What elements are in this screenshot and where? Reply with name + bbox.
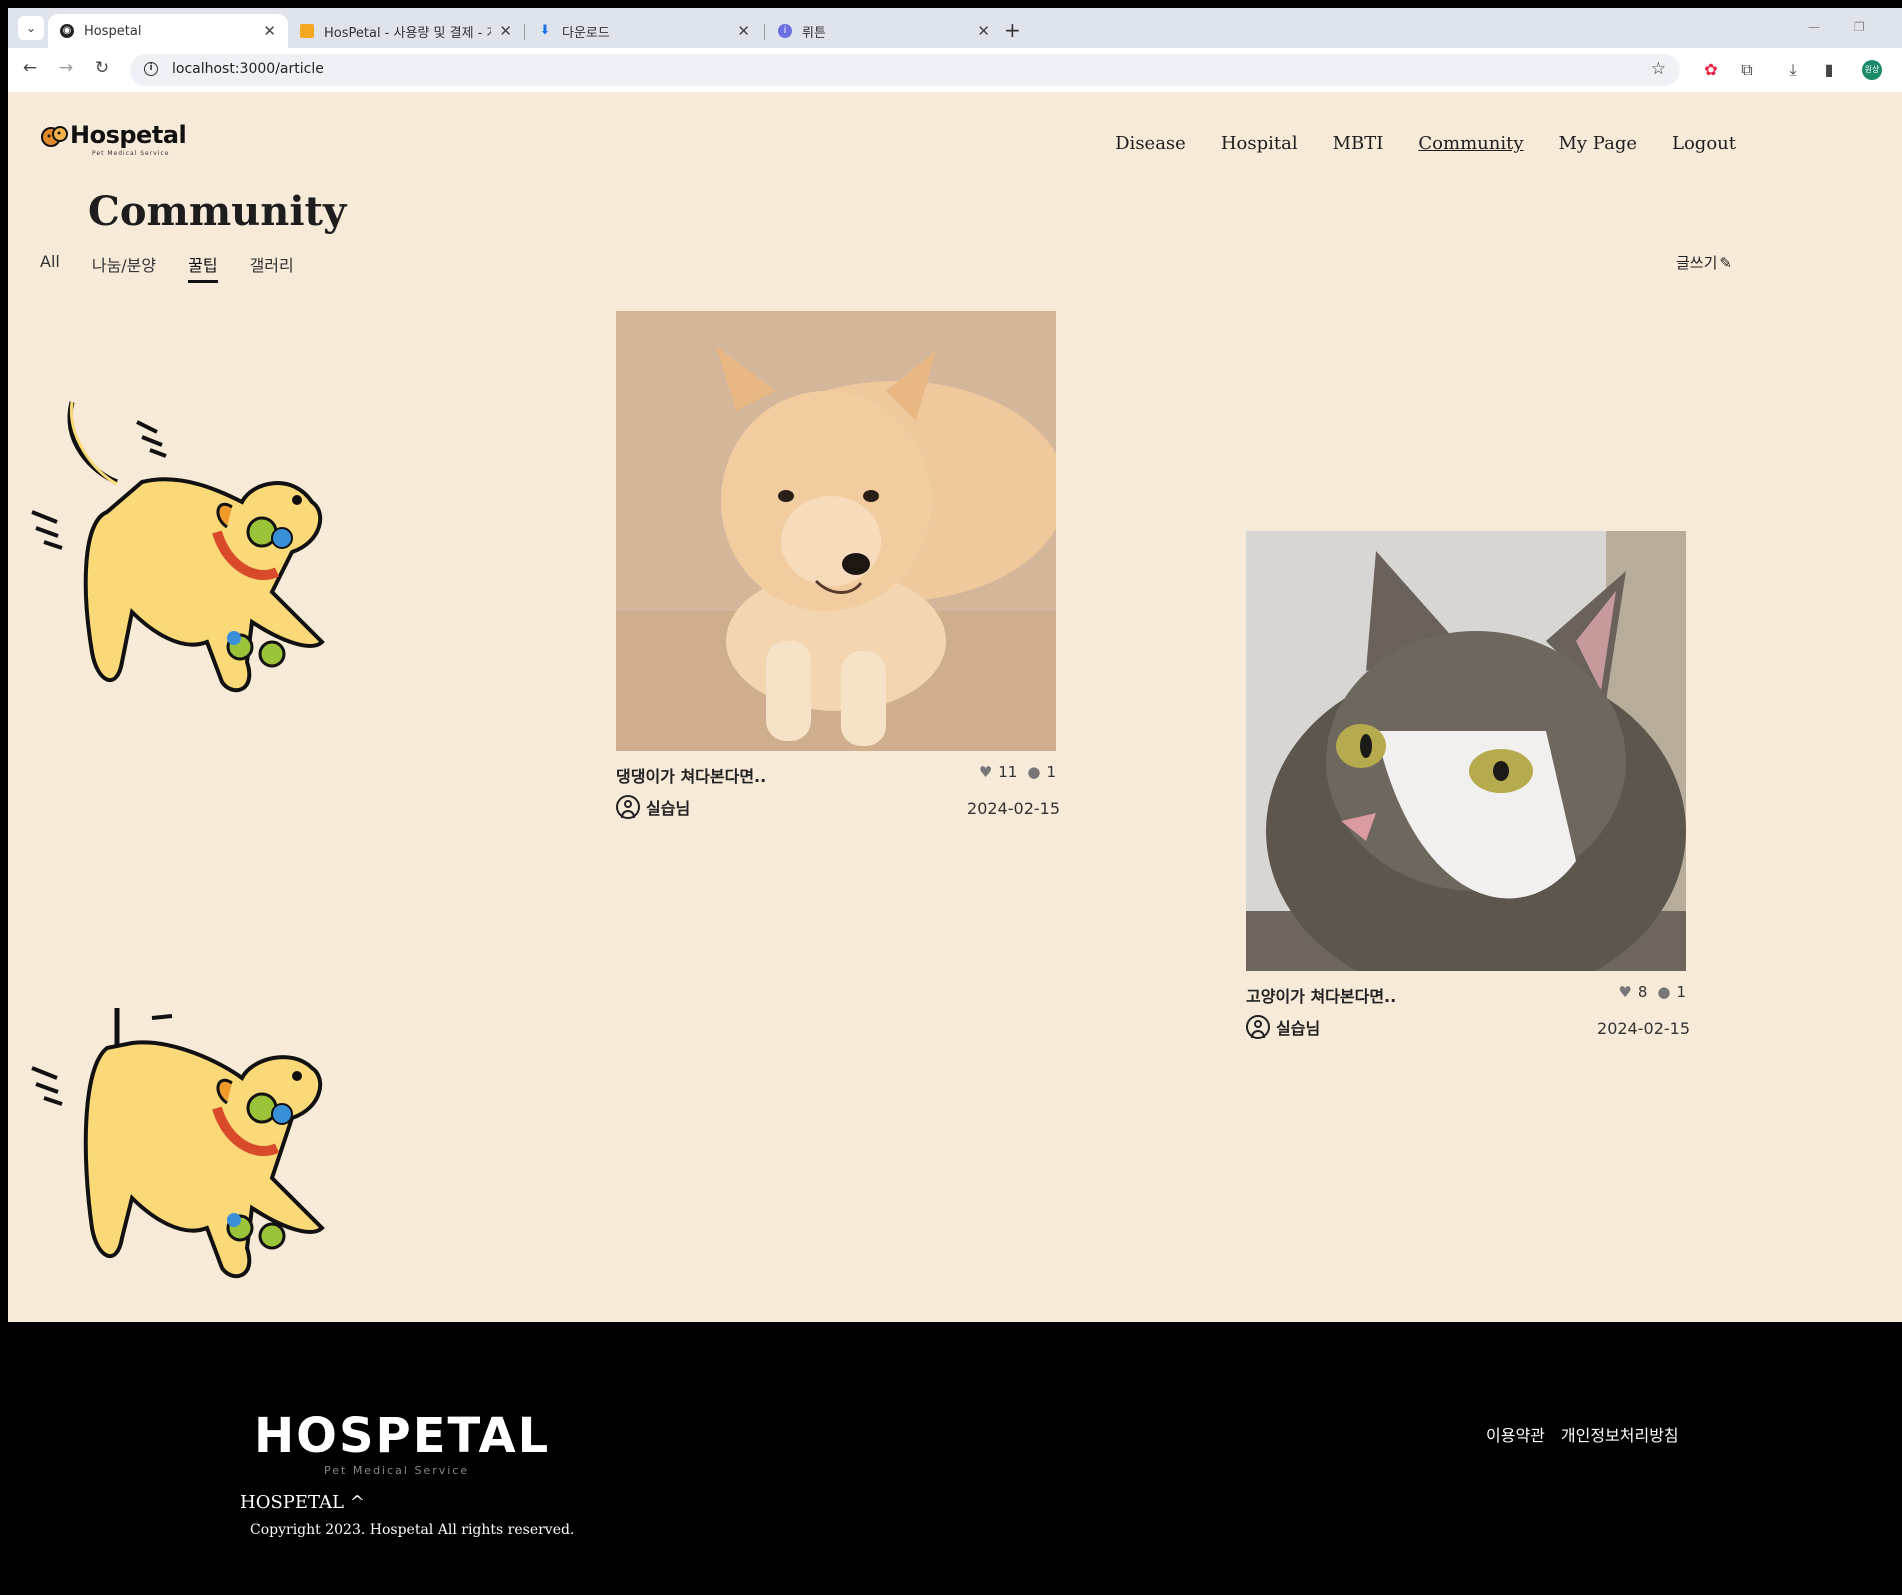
hospetal-favicon-icon: ◉ <box>60 24 74 38</box>
download-icon: ⬇ <box>539 23 551 38</box>
footer-copyright: Copyright 2023. Hospetal All rights rese… <box>250 1522 575 1538</box>
terms-link[interactable]: 이용약관 <box>1486 1422 1545 1446</box>
browser-toolbar: ← → ↻ i localhost:3000/article ☆ ✿ ⧉ ⤓ ▮… <box>8 48 1902 92</box>
tab-title: 뤼튼 <box>802 25 826 41</box>
post-meta-row: 댕댕이가 쳐다본다면.. ♥ 11 ● 1 <box>616 755 1056 791</box>
browser-chrome: ⌄ ◉ Hospetal ✕ HosPetal - 사용량 및 결제 - 개 ✕… <box>8 8 1902 92</box>
post-card[interactable]: 고양이가 쳐다본다면.. ♥ 8 ● 1 실습님 2024-02-15 <box>1246 531 1690 1047</box>
reload-icon[interactable]: ↻ <box>90 58 114 78</box>
nav-community[interactable]: Community <box>1418 133 1523 154</box>
user-avatar-icon <box>1246 1015 1270 1039</box>
post-date: 2024-02-15 <box>967 799 1060 818</box>
like-count: 11 <box>998 763 1018 781</box>
post-stats: ♥ 8 ● 1 <box>1618 983 1686 1001</box>
dog-cat-logo-icon <box>41 126 68 147</box>
category-tabs: All 나눔/분양 꿀팁 갤러리 <box>40 252 326 283</box>
post-date: 2024-02-15 <box>1597 1019 1690 1038</box>
footer-logo-subtitle: Pet Medical Service <box>324 1464 470 1477</box>
post-author-row: 실습님 2024-02-15 <box>616 791 1060 827</box>
footer-brand-toggle[interactable]: HOSPETAL ^ <box>240 1492 365 1513</box>
tab-downloads[interactable]: ⬇ 다운로드 ✕ <box>526 14 762 48</box>
comment-count: 1 <box>1046 763 1056 781</box>
edit-pen-icon: ✎ <box>1719 253 1732 272</box>
tab-divider <box>764 24 765 40</box>
footer-logo-text: HOSPETAL <box>254 1408 551 1464</box>
tab-all[interactable]: All <box>40 252 60 283</box>
close-icon[interactable]: ✕ <box>977 22 990 40</box>
restore-icon[interactable]: ❐ <box>1854 20 1865 34</box>
downloads-icon[interactable]: ⤓ <box>1782 59 1804 81</box>
close-icon[interactable]: ✕ <box>737 22 750 40</box>
nav-my-page[interactable]: My Page <box>1558 133 1637 154</box>
tab-strip: ⌄ ◉ Hospetal ✕ HosPetal - 사용량 및 결제 - 개 ✕… <box>8 8 1902 48</box>
post-title[interactable]: 댕댕이가 쳐다본다면.. <box>616 763 766 787</box>
bookmark-star-icon[interactable]: ☆ <box>1651 59 1666 79</box>
nav-mbti[interactable]: MBTI <box>1333 133 1384 154</box>
user-avatar-icon <box>616 795 640 819</box>
extensions-puzzle-icon[interactable]: ⧉ <box>1736 59 1758 81</box>
tab-divider <box>524 24 525 40</box>
post-photo-cat[interactable] <box>1246 531 1686 971</box>
color-extension-icon[interactable]: ✿ <box>1700 59 1722 81</box>
logo-subtitle: Pet Medical Service <box>92 150 170 157</box>
profile-avatar[interactable]: 원상 <box>1862 60 1882 80</box>
write-label: 글쓰기 <box>1676 254 1718 272</box>
write-post-button[interactable]: 글쓰기 ✎ <box>1676 252 1732 273</box>
firebase-icon <box>300 24 314 38</box>
comment-icon: ● <box>1027 763 1041 781</box>
post-meta-row: 고양이가 쳐다본다면.. ♥ 8 ● 1 <box>1246 975 1686 1011</box>
url-text[interactable]: localhost:3000/article <box>172 61 324 77</box>
tab-hospetal[interactable]: ◉ Hospetal ✕ <box>48 14 288 48</box>
page-title: Community <box>88 188 347 235</box>
post-photo-dog[interactable] <box>616 311 1056 751</box>
tab-title: HosPetal - 사용량 및 결제 - 개 <box>324 25 492 41</box>
footer-logo: HOSPETAL Pet Medical Service <box>254 1408 551 1477</box>
tab-title: 다운로드 <box>562 25 610 41</box>
main-nav: Disease Hospital MBTI Community My Page … <box>1080 133 1736 154</box>
nav-disease[interactable]: Disease <box>1115 133 1186 154</box>
post-author: 실습님 <box>1246 1015 1320 1039</box>
post-author: 실습님 <box>616 795 690 819</box>
author-name: 실습님 <box>1276 1019 1321 1038</box>
close-icon[interactable]: ✕ <box>263 22 276 40</box>
tab-wrtn[interactable]: i 뤼튼 ✕ <box>766 14 1002 48</box>
comment-count: 1 <box>1676 983 1686 1001</box>
page-content: Hospetal Pet Medical Service Disease Hos… <box>8 92 1902 1322</box>
site-info-icon[interactable]: i <box>144 62 158 76</box>
post-card[interactable]: 댕댕이가 쳐다본다면.. ♥ 11 ● 1 실습님 2024-02-15 <box>616 311 1060 827</box>
minimize-icon[interactable]: — <box>1808 20 1820 34</box>
address-bar[interactable]: i localhost:3000/article ☆ <box>130 54 1680 86</box>
site-footer: HOSPETAL Pet Medical Service HOSPETAL ^ … <box>8 1322 1902 1595</box>
dog-illustration <box>31 401 325 693</box>
tab-tips[interactable]: 꿀팁 <box>188 252 218 283</box>
nav-hospital[interactable]: Hospital <box>1221 133 1298 154</box>
heart-icon[interactable]: ♥ <box>1618 983 1631 1001</box>
heart-icon[interactable]: ♥ <box>979 763 992 781</box>
logo-text: Hospetal <box>70 121 187 149</box>
comment-icon: ● <box>1657 983 1671 1001</box>
tab-search-button[interactable]: ⌄ <box>18 16 44 40</box>
tab-gallery[interactable]: 갤러리 <box>250 252 294 283</box>
nav-logout[interactable]: Logout <box>1672 133 1736 154</box>
new-tab-icon[interactable]: + <box>1004 20 1021 40</box>
site-logo[interactable]: Hospetal Pet Medical Service <box>40 120 187 157</box>
post-stats: ♥ 11 ● 1 <box>979 763 1056 781</box>
like-count: 8 <box>1637 983 1648 1001</box>
post-title[interactable]: 고양이가 쳐다본다면.. <box>1246 983 1396 1007</box>
side-panel-icon[interactable]: ▮ <box>1818 59 1840 81</box>
privacy-policy-link[interactable]: 개인정보처리방침 <box>1561 1422 1679 1446</box>
tab-title: Hospetal <box>84 23 142 39</box>
close-icon[interactable]: ✕ <box>499 22 512 40</box>
tab-share-adopt[interactable]: 나눔/분양 <box>92 252 156 283</box>
tab-hospetal-billing[interactable]: HosPetal - 사용량 및 결제 - 개 ✕ <box>288 14 524 48</box>
footer-links: 이용약관 개인정보처리방침 <box>1486 1422 1695 1446</box>
wrtn-favicon-icon: i <box>778 24 792 38</box>
back-icon[interactable]: ← <box>18 58 42 78</box>
author-name: 실습님 <box>646 799 691 818</box>
post-author-row: 실습님 2024-02-15 <box>1246 1011 1690 1047</box>
forward-icon[interactable]: → <box>54 58 78 78</box>
dog-illustration <box>31 1008 325 1279</box>
